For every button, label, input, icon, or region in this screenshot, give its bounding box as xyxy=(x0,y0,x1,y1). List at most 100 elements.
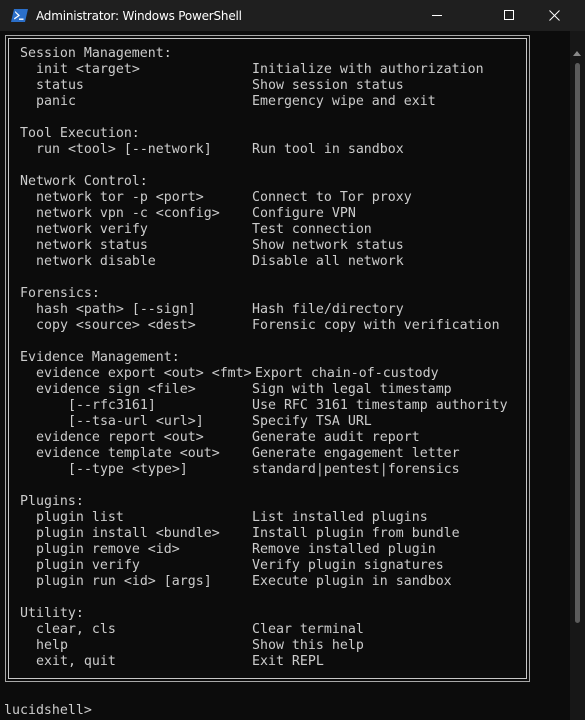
section-heading: Forensics: xyxy=(20,286,100,301)
help-description: Specify TSA URL xyxy=(252,414,372,429)
help-command: copy <source> <dest> xyxy=(36,318,196,333)
help-row: network tor -p <port> Connect to Tor prox… xyxy=(20,190,412,206)
help-description: Initialize with authorization xyxy=(252,62,484,77)
help-row: exit, quit Exit REPL xyxy=(20,654,324,670)
help-description: Use RFC 3161 timestamp authority xyxy=(252,398,508,413)
maximize-button[interactable] xyxy=(486,0,532,31)
help-row: network vpn -c <config> Configure VPN xyxy=(20,206,356,222)
help-description: Hash file/directory xyxy=(252,302,404,317)
scroll-up-arrow-icon[interactable] xyxy=(573,51,581,56)
help-text: Session Management: init <target> Initiali… xyxy=(20,46,508,670)
help-row: plugin list List installed plugins xyxy=(20,510,428,526)
help-description: Show session status xyxy=(252,78,404,93)
help-option: [--rfc3161] xyxy=(68,398,156,413)
help-row: network disable Disable all network xyxy=(20,254,404,270)
help-row: evidence export <out> <fmt> Export chain-… xyxy=(20,366,439,382)
help-description: Run tool in sandbox xyxy=(252,142,404,157)
help-row: [--type <type>] standard|pentest|forensic… xyxy=(20,462,460,478)
command-prompt[interactable]: lucidshell> xyxy=(4,703,92,719)
section-heading: Session Management: xyxy=(20,46,172,61)
help-command: status xyxy=(36,78,84,93)
help-command: evidence export <out> <fmt> xyxy=(36,366,252,381)
help-command: plugin verify xyxy=(36,558,140,573)
help-row: network verify Test connection xyxy=(20,222,372,238)
help-row: plugin remove <id> Remove installed plugi… xyxy=(20,542,436,558)
help-command: exit, quit xyxy=(36,654,116,669)
title-bar[interactable]: Administrator: Windows PowerShell xyxy=(0,0,585,31)
help-command: hash <path> [--sign] xyxy=(36,302,196,317)
help-description: Forensic copy with verification xyxy=(252,318,500,333)
window-title: Administrator: Windows PowerShell xyxy=(36,9,242,23)
help-description: Configure VPN xyxy=(252,206,356,221)
help-command: help xyxy=(36,638,68,653)
help-row: plugin install <bundle> Install plugin fr… xyxy=(20,526,460,542)
help-description: List installed plugins xyxy=(252,510,428,525)
help-command: run <tool> [--network] xyxy=(36,142,212,157)
help-row: plugin verify Verify plugin signatures xyxy=(20,558,444,574)
help-description: standard|pentest|forensics xyxy=(252,462,460,477)
help-row: evidence template <out> Generate engageme… xyxy=(20,446,460,462)
help-description: Remove installed plugin xyxy=(252,542,436,557)
minimize-icon xyxy=(431,15,442,16)
help-option: [--tsa-url <url>] xyxy=(68,414,204,429)
help-command: network tor -p <port> xyxy=(36,190,204,205)
close-icon xyxy=(548,10,560,21)
minimize-button[interactable] xyxy=(414,0,460,31)
help-description: Generate audit report xyxy=(252,430,420,445)
help-command: network vpn -c <config> xyxy=(36,206,220,221)
help-description: Show this help xyxy=(252,638,364,653)
help-command: clear, cls xyxy=(36,622,116,637)
maximize-icon xyxy=(503,10,514,20)
help-command: network disable xyxy=(36,254,156,269)
help-description: Verify plugin signatures xyxy=(252,558,444,573)
help-row: init <target> Initialize with authorizati… xyxy=(20,62,484,78)
help-row: [--rfc3161] Use RFC 3161 timestamp author… xyxy=(20,398,508,414)
help-row: help Show this help xyxy=(20,638,364,654)
section-heading: Network Control: xyxy=(20,174,148,189)
help-description: Show network status xyxy=(252,238,404,253)
section-heading: Plugins: xyxy=(20,494,84,509)
help-command: init <target> xyxy=(36,62,140,77)
vertical-scrollbar[interactable] xyxy=(570,31,585,720)
help-description: Emergency wipe and exit xyxy=(252,94,436,109)
help-description: Sign with legal timestamp xyxy=(252,382,452,397)
help-row: evidence sign <file> Sign with legal time… xyxy=(20,382,452,398)
help-description: Generate engagement letter xyxy=(252,446,460,461)
powershell-icon xyxy=(11,9,28,22)
help-row: hash <path> [--sign] Hash file/directory xyxy=(20,302,404,318)
help-row: clear, cls Clear terminal xyxy=(20,622,364,638)
scroll-thumb[interactable] xyxy=(575,63,580,623)
help-row: plugin run <id> [args] Execute plugin in … xyxy=(20,574,452,590)
help-command: plugin install <bundle> xyxy=(36,526,220,541)
close-button[interactable] xyxy=(531,0,577,31)
console-area[interactable]: Session Management: init <target> Initiali… xyxy=(0,31,570,720)
help-row: evidence report <out> Generate audit repo… xyxy=(20,430,420,446)
section-heading: Tool Execution: xyxy=(20,126,140,141)
help-row: copy <source> <dest> Forensic copy with v… xyxy=(20,318,500,334)
help-command: evidence report <out> xyxy=(36,430,204,445)
help-row: status Show session status xyxy=(20,78,404,94)
help-option: [--type <type>] xyxy=(68,462,188,477)
help-description: Disable all network xyxy=(252,254,404,269)
help-command: network verify xyxy=(36,222,148,237)
help-command: network status xyxy=(36,238,148,253)
help-command: evidence sign <file> xyxy=(36,382,196,397)
help-description: Test connection xyxy=(252,222,372,237)
help-row: run <tool> [--network] Run tool in sandbo… xyxy=(20,142,404,158)
help-description: Install plugin from bundle xyxy=(252,526,460,541)
help-row: network status Show network status xyxy=(20,238,404,254)
section-heading: Utility: xyxy=(20,606,84,621)
help-row: panic Emergency wipe and exit xyxy=(20,94,436,110)
help-command: plugin list xyxy=(36,510,124,525)
help-command: plugin remove <id> xyxy=(36,542,180,557)
help-command: panic xyxy=(36,94,76,109)
help-description: Export chain-of-custody xyxy=(254,366,439,381)
help-command: plugin run <id> [args] xyxy=(36,574,212,589)
section-heading: Evidence Management: xyxy=(20,350,180,365)
